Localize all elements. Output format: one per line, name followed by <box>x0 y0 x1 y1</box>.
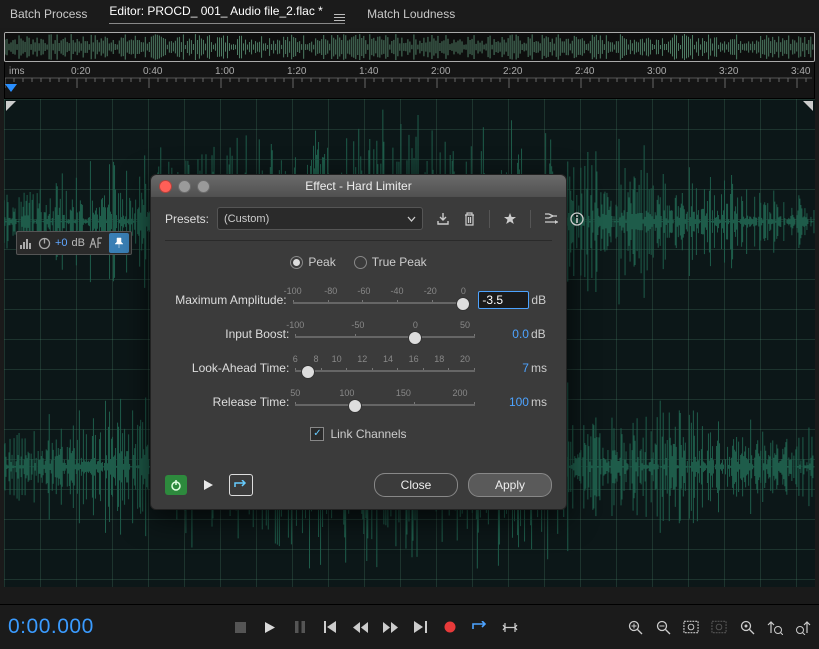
power-toggle[interactable] <box>165 475 187 495</box>
radio-true-peak[interactable]: True Peak <box>354 255 427 269</box>
apply-button[interactable]: Apply <box>468 473 552 497</box>
stop-button[interactable] <box>232 619 248 635</box>
pan-dial-icon <box>37 236 51 250</box>
svg-text:0:20: 0:20 <box>71 66 91 77</box>
meter-unit: dB <box>72 237 85 249</box>
svg-text:2:20: 2:20 <box>503 66 523 77</box>
skip-forward-button[interactable] <box>412 619 428 635</box>
preset-value: (Custom) <box>224 213 269 225</box>
dialog-titlebar[interactable]: Effect - Hard Limiter <box>151 175 566 197</box>
timeline-ruler[interactable]: ims 0:20 0:40 1:00 1:20 1:40 2:00 2:20 2… <box>4 62 815 99</box>
svg-text:2:00: 2:00 <box>431 66 451 77</box>
svg-text:3:40: 3:40 <box>791 66 811 77</box>
pin-button[interactable] <box>109 233 129 253</box>
chevron-down-icon <box>407 216 416 222</box>
separator <box>489 210 490 228</box>
svg-text:1:20: 1:20 <box>287 66 307 77</box>
favorite-star-icon[interactable] <box>502 211 518 227</box>
corner-marker-tl <box>6 101 16 111</box>
skip-back-button[interactable] <box>322 619 338 635</box>
hamburger-icon[interactable] <box>334 14 345 21</box>
editor-tab-label: Editor: PROCD_ 001_ Audio file_2.flac * <box>109 4 322 18</box>
overview-wave-svg <box>5 33 814 61</box>
effects-fx-icon[interactable] <box>89 236 103 250</box>
slider-max-amplitude[interactable]: -100-80-60-40-200 <box>293 286 469 314</box>
record-button[interactable] <box>442 619 458 635</box>
loop-preview-button[interactable] <box>229 474 253 496</box>
dialog-title: Effect - Hard Limiter <box>151 179 566 193</box>
effect-dialog: Effect - Hard Limiter Presets: (Custom) <box>150 174 567 510</box>
info-icon[interactable] <box>569 211 585 227</box>
param-max-amplitude: Maximum Amplitude: -100-80-60-40-200 -3.… <box>165 283 552 317</box>
tab-editor[interactable]: Editor: PROCD_ 001_ Audio file_2.flac * <box>109 4 345 24</box>
zoom-out-icon[interactable] <box>655 619 671 635</box>
zoom-selection-icon[interactable] <box>711 619 727 635</box>
meter-value: +0 <box>55 237 68 249</box>
link-channels-label: Link Channels <box>330 427 406 441</box>
window-max-traffic[interactable] <box>197 180 210 193</box>
delete-preset-icon[interactable] <box>461 211 477 227</box>
overview-waveform[interactable] <box>4 32 815 62</box>
slider-look-ahead[interactable]: 68101214161820 <box>295 354 475 382</box>
svg-text:1:40: 1:40 <box>359 66 379 77</box>
radio-dot-icon <box>290 256 303 269</box>
param-release: Release Time: 50100150200 100 ms <box>165 385 552 419</box>
preview-play-button[interactable] <box>197 475 219 495</box>
slider-release[interactable]: 50100150200 <box>295 388 475 416</box>
release-value[interactable]: 100 <box>485 395 529 409</box>
ruler-label: ims <box>9 66 25 77</box>
close-button[interactable]: Close <box>374 473 458 497</box>
zoom-out-point-icon[interactable] <box>795 619 811 635</box>
tab-batch-process[interactable]: Batch Process <box>10 7 87 21</box>
svg-text:2:40: 2:40 <box>575 66 595 77</box>
input-boost-value[interactable]: 0.0 <box>485 327 529 341</box>
zoom-in-time-icon[interactable] <box>739 619 755 635</box>
skip-selection-button[interactable] <box>502 619 518 635</box>
svg-text:0:40: 0:40 <box>143 66 163 77</box>
window-close-traffic[interactable] <box>159 180 172 193</box>
ruler-svg: ims 0:20 0:40 1:00 1:20 1:40 2:00 2:20 2… <box>5 62 812 98</box>
svg-text:1:00: 1:00 <box>215 66 235 77</box>
look-ahead-value[interactable]: 7 <box>485 361 529 375</box>
waveform-editor[interactable]: +0 dB Effect - Hard Limiter Presets: (Cu… <box>4 99 815 587</box>
top-bar: Batch Process Editor: PROCD_ 001_ Audio … <box>0 0 819 28</box>
tab-match-loudness[interactable]: Match Loudness <box>367 7 455 21</box>
param-input-boost: Input Boost: -100-50050 0.0 dB <box>165 317 552 351</box>
presets-label: Presets: <box>165 212 209 226</box>
zoom-in-icon[interactable] <box>627 619 643 635</box>
separator <box>530 210 531 228</box>
param-look-ahead: Look-Ahead Time: 68101214161820 7 ms <box>165 351 552 385</box>
pause-button[interactable] <box>292 619 308 635</box>
rewind-button[interactable] <box>352 619 368 635</box>
channel-meter-box[interactable]: +0 dB <box>16 231 132 255</box>
play-button[interactable] <box>262 619 278 635</box>
svg-text:3:20: 3:20 <box>719 66 739 77</box>
radio-peak[interactable]: Peak <box>290 255 335 269</box>
window-min-traffic[interactable] <box>178 180 191 193</box>
timecode-display[interactable]: 0:00.000 <box>8 615 94 639</box>
channel-map-icon[interactable] <box>543 211 559 227</box>
radio-dot-icon <box>354 256 367 269</box>
meter-bars-icon <box>19 236 33 250</box>
fast-forward-button[interactable] <box>382 619 398 635</box>
max-amplitude-value[interactable]: -3.5 <box>478 291 529 309</box>
loop-button[interactable] <box>472 619 488 635</box>
zoom-in-point-icon[interactable] <box>767 619 783 635</box>
limiter-mode-row: Peak True Peak <box>165 255 552 269</box>
save-preset-icon[interactable] <box>435 211 451 227</box>
link-channels-checkbox[interactable]: ✓ <box>310 427 324 441</box>
playhead-top[interactable] <box>5 84 17 92</box>
zoom-full-icon[interactable] <box>683 619 699 635</box>
transport-bar: 0:00.000 <box>0 604 819 649</box>
presets-dropdown[interactable]: (Custom) <box>217 207 423 230</box>
svg-text:3:00: 3:00 <box>647 66 667 77</box>
corner-marker-tr <box>803 101 813 111</box>
slider-input-boost[interactable]: -100-50050 <box>295 320 475 348</box>
